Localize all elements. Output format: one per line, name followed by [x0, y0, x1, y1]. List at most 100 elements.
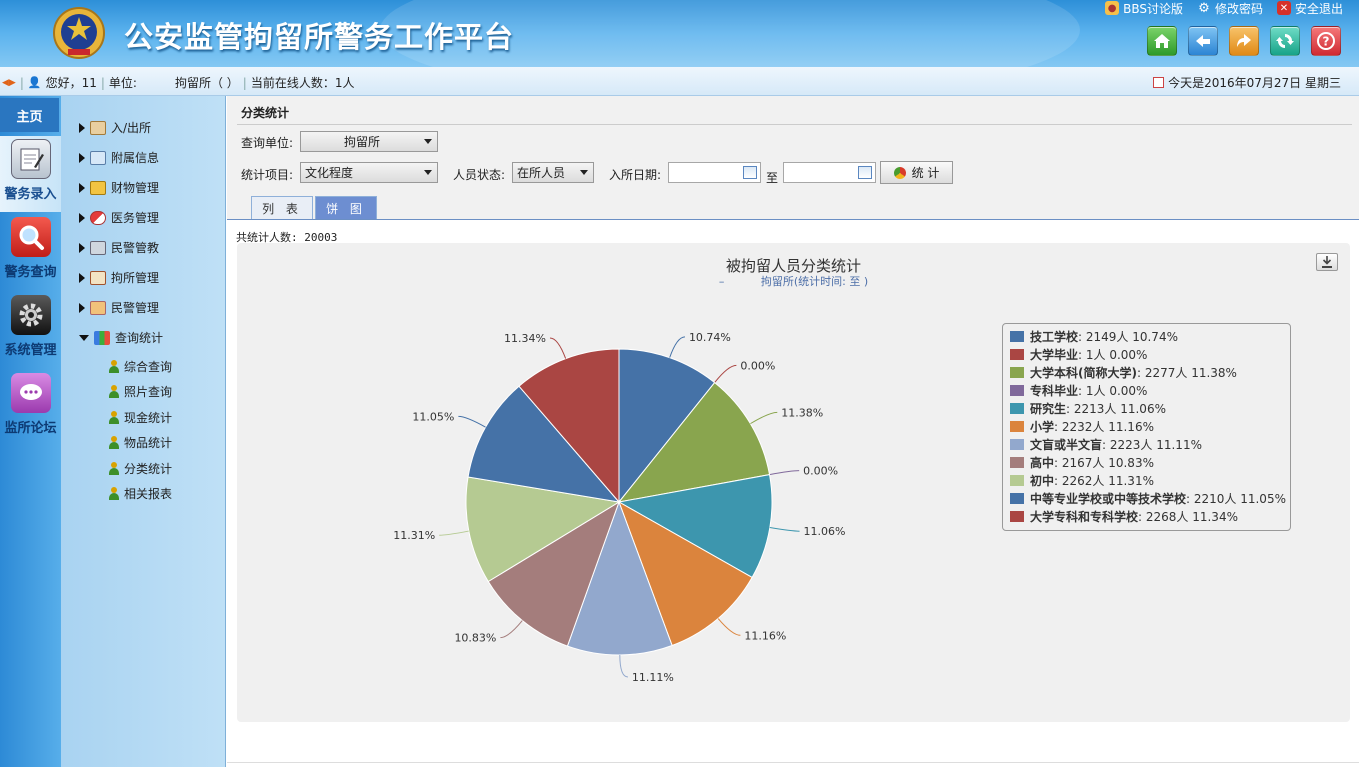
legend-name: 初中 — [1030, 473, 1055, 488]
legend-item[interactable]: 研究生: 2213人 11.06% — [1010, 399, 1290, 417]
date-to-label: 至 — [766, 171, 779, 185]
entry-date-to-input[interactable] — [783, 162, 876, 183]
submenu-cash-stats[interactable]: 现金统计 — [109, 409, 172, 426]
calendar-icon — [1153, 77, 1165, 88]
bbs-link[interactable]: ● BBS讨论版 — [1105, 0, 1183, 16]
legend-swatch — [1010, 492, 1024, 504]
legend-item[interactable]: 初中: 2262人 11.31% — [1010, 471, 1290, 489]
submenu-photo-query[interactable]: 照片查询 — [109, 383, 172, 400]
legend-item[interactable]: 大学本科(简称大学): 2277人 11.38% — [1010, 363, 1290, 381]
legend-item[interactable]: 中等专业学校或中等技术学校: 2210人 11.05% — [1010, 489, 1290, 507]
legend-item[interactable]: 小学: 2232人 11.16% — [1010, 417, 1290, 435]
menu-medical[interactable]: 医务管理 — [79, 209, 159, 226]
menu-police-education[interactable]: 民警管教 — [79, 239, 159, 256]
chart-legend: 技工学校: 2149人 10.74% 大学毕业: 1人 0.00% 大学本科(简称大… — [1002, 323, 1291, 531]
back-button[interactable] — [1188, 26, 1218, 56]
menu-property[interactable]: 财物管理 — [79, 179, 159, 196]
legend-swatch — [1010, 456, 1024, 468]
change-password-label: 修改密码 — [1214, 1, 1263, 16]
menu-attached-info[interactable]: 附属信息 — [79, 149, 159, 166]
bar-chart-icon — [94, 330, 110, 345]
calendar-icon[interactable] — [858, 166, 872, 179]
app-title: 公安监管拘留所警务工作平台 — [124, 20, 515, 54]
forward-button[interactable] — [1229, 26, 1259, 56]
module-system-admin[interactable]: 系统管理 — [0, 292, 61, 368]
police-emblem-icon — [53, 7, 105, 59]
user-icon — [109, 385, 119, 398]
module-label: 警务查询 — [4, 265, 57, 280]
chevron-down-icon — [580, 170, 588, 175]
legend-swatch — [1010, 330, 1024, 342]
legend-value: : 1人 0.00% — [1078, 383, 1148, 398]
unit-value: 拘留所（ ） — [174, 76, 239, 90]
slice-connector — [750, 411, 778, 425]
submenu-category-stats[interactable]: 分类统计 — [109, 460, 172, 477]
legend-item[interactable]: 专科毕业: 1人 0.00% — [1010, 381, 1290, 399]
refresh-button[interactable] — [1270, 26, 1300, 56]
slice-label: 11.34% — [504, 332, 546, 345]
entry-date-label: 入所日期: — [609, 168, 662, 182]
svg-text:?: ? — [1323, 35, 1330, 49]
legend-swatch — [1010, 366, 1024, 378]
person-status-label: 人员状态: — [453, 168, 506, 182]
query-unit-select[interactable]: 拘留所 — [300, 131, 438, 152]
slice-label: 11.06% — [804, 525, 846, 538]
logout-label: 安全退出 — [1294, 1, 1343, 16]
menu-query-stats[interactable]: 查询统计 — [79, 329, 163, 346]
menu-detention-admin[interactable]: 拘所管理 — [79, 269, 159, 286]
legend-name: 大学本科(简称大学) — [1030, 365, 1137, 380]
slice-label: 0.00% — [740, 359, 775, 372]
pill-icon — [90, 210, 106, 225]
notepad-icon — [10, 139, 51, 179]
logout-link[interactable]: ✕ 安全退出 — [1276, 0, 1343, 16]
legend-item[interactable]: 大学专科和专科学校: 2268人 11.34% — [1010, 507, 1290, 525]
legend-value: : 1人 0.00% — [1078, 347, 1148, 362]
legend-value: : 2213人 11.06% — [1066, 401, 1166, 416]
menu-entry-exit[interactable]: 入/出所 — [79, 119, 151, 136]
entry-date-from-input[interactable] — [668, 162, 761, 183]
header-banner: 公安监管拘留所警务工作平台 ● BBS讨论版 ⚙ 修改密码 ✕ 安全退出 ? — [0, 0, 1359, 67]
gear-icon — [10, 295, 51, 335]
slice-connector — [619, 654, 629, 678]
legend-item[interactable]: 文盲或半文盲: 2223人 11.11% — [1010, 435, 1290, 453]
tab-list[interactable]: 列 表 — [251, 196, 313, 220]
legend-item[interactable]: 大学毕业: 1人 0.00% — [1010, 345, 1290, 363]
tab-pie-chart[interactable]: 饼 图 — [315, 196, 377, 220]
home-button[interactable] — [1147, 26, 1177, 56]
info-bar: ◀▶ | 👤 您好，11 | 单位: 拘留所（ ） | 当前在线人数：1人 今天… — [0, 67, 1359, 96]
calendar-icon[interactable] — [743, 166, 757, 179]
home-tab[interactable]: 主页 — [0, 98, 59, 132]
legend-item[interactable]: 高中: 2167人 10.83% — [1010, 453, 1290, 471]
module-forum[interactable]: 监所论坛 — [0, 370, 61, 446]
collapse-toggle-icon[interactable]: ◀▶ — [2, 78, 16, 88]
legend-swatch — [1010, 384, 1024, 396]
slice-label: 11.16% — [744, 629, 786, 642]
module-label: 警务录入 — [4, 187, 57, 202]
download-button[interactable] — [1316, 253, 1338, 271]
submenu-item-stats[interactable]: 物品统计 — [109, 434, 172, 451]
person-status-select[interactable]: 在所人员 — [512, 162, 594, 183]
chat-bubble-icon — [10, 373, 51, 413]
legend-value: : 2210人 11.05% — [1186, 491, 1286, 506]
slice-connector — [549, 337, 567, 359]
stat-item-select[interactable]: 文化程度 — [300, 162, 438, 183]
slice-connector — [458, 415, 486, 428]
module-police-entry[interactable]: 警务录入 — [0, 136, 61, 212]
legend-item[interactable]: 技工学校: 2149人 10.74% — [1010, 327, 1290, 345]
legend-value: : 2277人 11.38% — [1136, 365, 1237, 380]
change-password-link[interactable]: ⚙ 修改密码 — [1197, 0, 1263, 16]
user-icon: 👤 — [27, 76, 42, 89]
legend-name: 中等专业学校或中等技术学校 — [1030, 491, 1187, 506]
submenu-related-reports[interactable]: 相关报表 — [109, 485, 172, 502]
submenu-comprehensive-query[interactable]: 综合查询 — [109, 358, 172, 375]
menu-police-admin[interactable]: 民警管理 — [79, 299, 159, 316]
top-links: ● BBS讨论版 ⚙ 修改密码 ✕ 安全退出 — [1105, 0, 1343, 16]
module-police-query[interactable]: 警务查询 — [0, 214, 61, 290]
download-icon — [1322, 256, 1332, 268]
help-button[interactable]: ? — [1311, 26, 1341, 56]
legend-value: : 2262人 11.31% — [1054, 473, 1154, 488]
legend-value: : 2268人 11.34% — [1138, 509, 1238, 524]
unit-label: 单位: — [108, 76, 137, 90]
home-icon — [1154, 34, 1170, 48]
stat-button[interactable]: 统 计 — [880, 161, 953, 184]
